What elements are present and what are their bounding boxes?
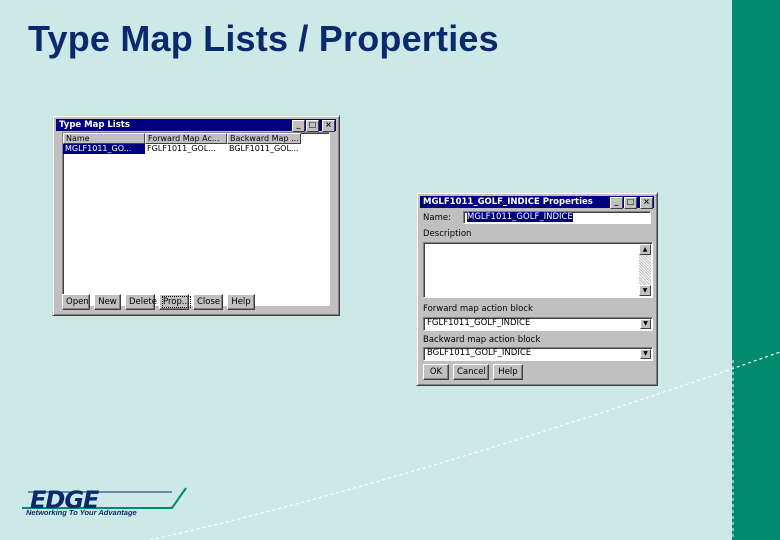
delete-button[interactable]: Delete [125, 294, 157, 310]
name-value: MGLF1011_GOLF_INDICE [467, 212, 573, 222]
help-button[interactable]: Help [493, 364, 523, 380]
type-map-lists-window: Type Map Lists _ □ × Name Forward Map Ac… [52, 115, 340, 316]
close-button[interactable]: × [640, 197, 653, 209]
column-header-backward[interactable]: Backward Map ... [227, 133, 301, 144]
scroll-thumb[interactable] [639, 256, 651, 286]
name-label: Name: [423, 213, 451, 223]
window-titlebar[interactable]: Type Map Lists _ □ × [56, 119, 336, 132]
minimize-button[interactable]: _ [292, 120, 305, 132]
properties-button[interactable]: Prop... [159, 294, 191, 310]
maximize-button[interactable]: □ [306, 120, 319, 132]
list-cell-backward: BGLF1011_GOL... [229, 144, 299, 153]
page-title: Type Map Lists / Properties [28, 18, 499, 59]
window-title: MGLF1011_GOLF_INDICE Properties [423, 197, 593, 207]
window-title: Type Map Lists [59, 120, 130, 130]
help-button[interactable]: Help [227, 294, 255, 310]
backward-value: BGLF1011_GOLF_INDICE [427, 348, 532, 358]
list-cell-forward: FGLF1011_GOL... [147, 144, 216, 153]
logo-tagline: Networking To Your Advantage [26, 508, 137, 517]
list-item[interactable]: MGLF1011_GO... FGLF1011_GOL... BGLF1011_… [63, 144, 329, 154]
name-field[interactable]: MGLF1011_GOLF_INDICE [463, 211, 651, 224]
close-button[interactable]: × [322, 120, 335, 132]
dialog-button-row: OK Cancel Help [423, 364, 523, 380]
scroll-down-button[interactable]: ▼ [639, 285, 651, 296]
maximize-button[interactable]: □ [624, 197, 637, 209]
forward-value: FGLF1011_GOLF_INDICE [427, 318, 531, 328]
column-header-forward[interactable]: Forward Map Ac... [145, 133, 227, 144]
column-header-name[interactable]: Name [63, 133, 145, 144]
cancel-button[interactable]: Cancel [453, 364, 489, 380]
scroll-up-button[interactable]: ▲ [639, 244, 651, 255]
description-scrollbar[interactable]: ▲ ▼ [639, 244, 651, 296]
description-textarea[interactable]: ▲ ▼ [423, 242, 653, 298]
properties-button-label: Prop... [162, 296, 191, 308]
close-list-button[interactable]: Close [193, 294, 223, 310]
chevron-down-icon[interactable]: ▼ [640, 349, 651, 359]
minimize-button[interactable]: _ [610, 197, 623, 209]
window-titlebar[interactable]: MGLF1011_GOLF_INDICE Properties _ □ × [420, 196, 654, 209]
list-button-row: Open New Delete Prop... Close Help [62, 294, 255, 310]
new-button[interactable]: New [94, 294, 121, 310]
forward-label: Forward map action block [423, 304, 533, 314]
backward-label: Backward map action block [423, 335, 541, 345]
list-cell-name: MGLF1011_GO... [63, 144, 145, 154]
type-map-list[interactable]: Name Forward Map Ac... Backward Map ... … [62, 132, 330, 306]
backward-map-select[interactable]: BGLF1011_GOLF_INDICE ▼ [423, 347, 653, 361]
open-button[interactable]: Open [62, 294, 90, 310]
accent-bar [732, 0, 780, 540]
forward-map-select[interactable]: FGLF1011_GOLF_INDICE ▼ [423, 317, 653, 331]
edge-logo: EDGE Networking To Your Advantage [22, 486, 192, 522]
list-header: Name Forward Map Ac... Backward Map ... [63, 133, 329, 144]
properties-window: MGLF1011_GOLF_INDICE Properties _ □ × Na… [416, 192, 658, 386]
description-label: Description [423, 229, 472, 239]
chevron-down-icon[interactable]: ▼ [640, 319, 651, 329]
ok-button[interactable]: OK [423, 364, 449, 380]
